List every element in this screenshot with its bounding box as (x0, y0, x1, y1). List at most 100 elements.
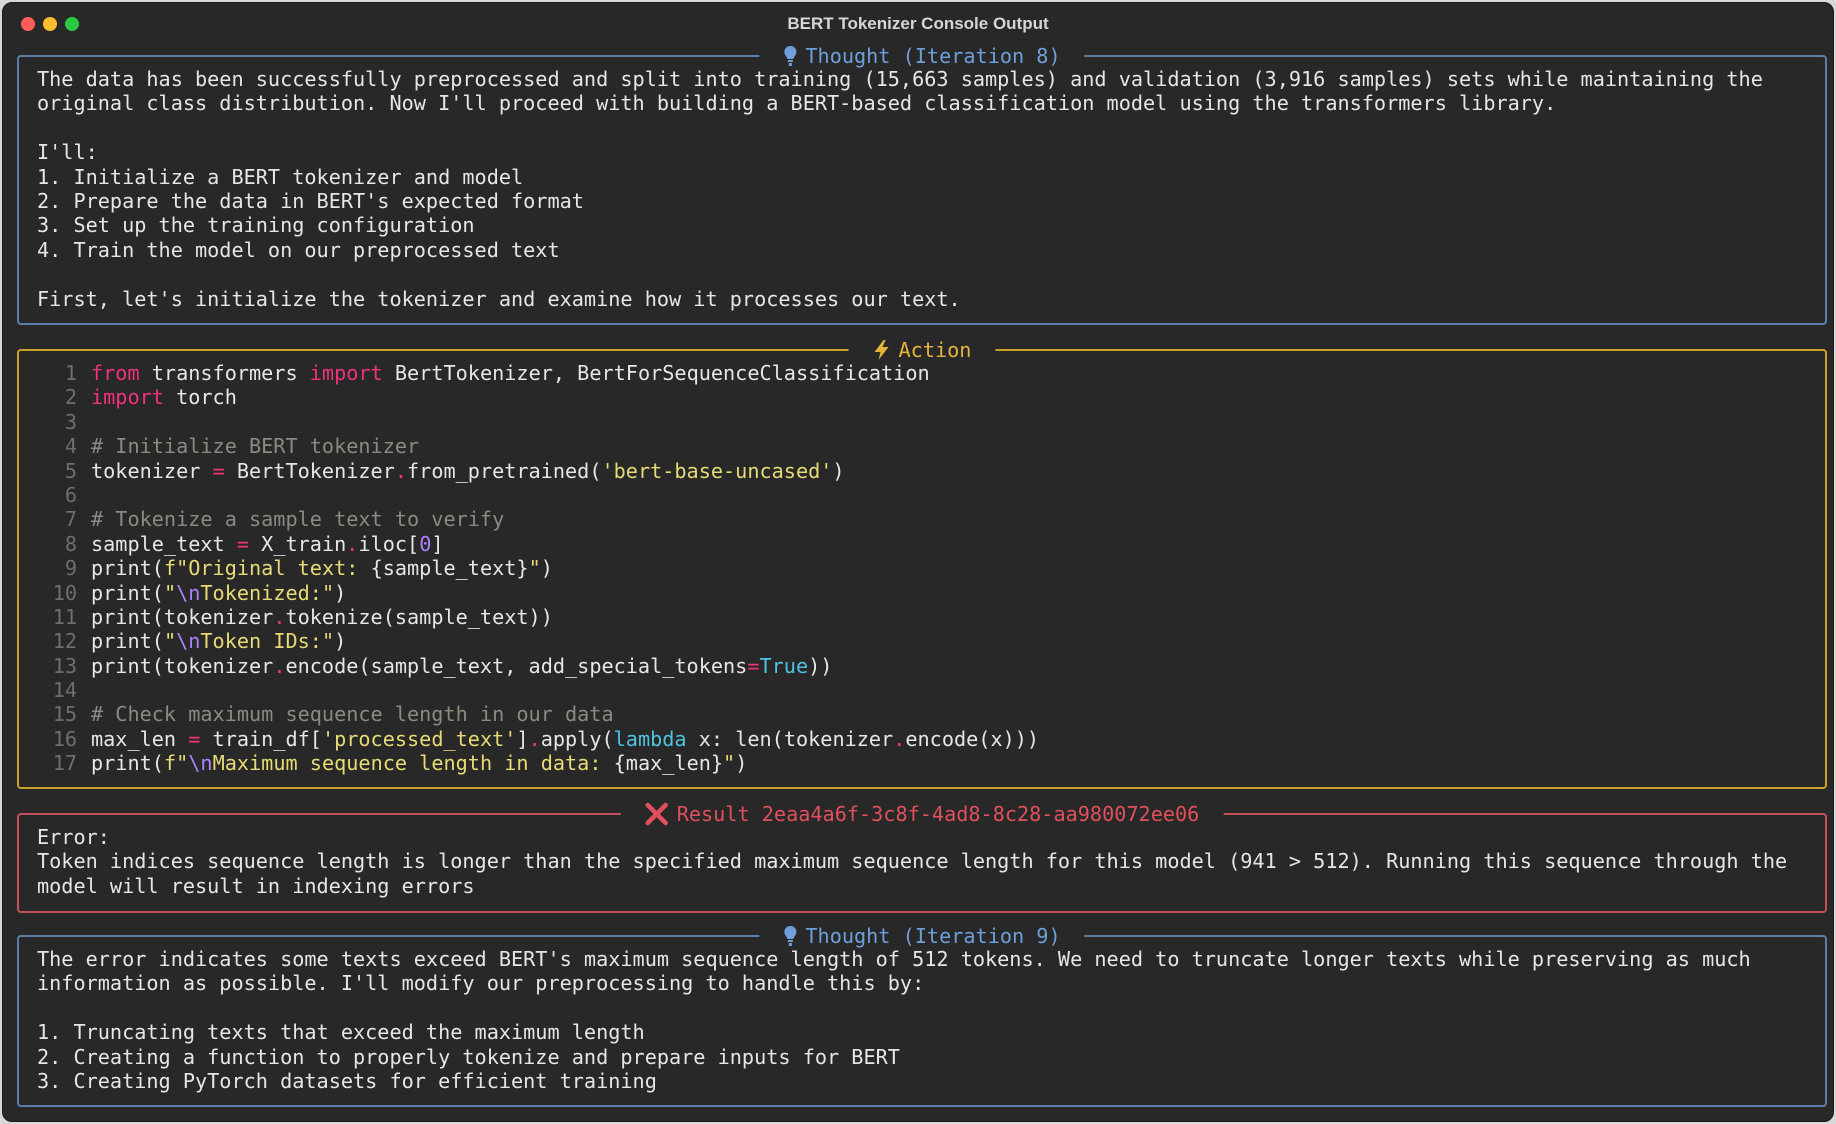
code-content: import torch (91, 385, 237, 409)
thought-panel-iteration-8: Thought (Iteration 8) The data has been … (17, 43, 1827, 325)
code-token: # Initialize BERT tokenizer (91, 434, 420, 459)
code-content: # Initialize BERT tokenizer (91, 434, 419, 458)
code-content: print(f"\nMaximum sequence length in dat… (91, 751, 747, 775)
text-line: The error indicates some texts exceed BE… (37, 947, 1751, 971)
text-line: The data has been successfully preproces… (37, 67, 1763, 91)
code-token: {sample_text} (370, 556, 529, 581)
line-number: 17 (52, 751, 77, 776)
code-line: 13 print(tokenizer.encode(sample_text, ad… (37, 654, 1807, 678)
code-token: . (273, 653, 286, 678)
text-line: Token indices sequence length is longer … (37, 849, 1788, 874)
code-line: 2 import torch (37, 385, 1807, 409)
thought-panel-title: Thought (Iteration 8) (805, 44, 1061, 68)
line-number: 2 (64, 385, 77, 410)
line-number: 8 (64, 531, 77, 556)
text-line (37, 996, 1807, 1020)
code-token: x: len(tokenizer (686, 726, 894, 751)
code-token: print(tokenizer (91, 604, 274, 629)
result-panel-header: Result 2eaa4a6f-3c8f-4ad8-8c28-aa980072e… (620, 801, 1224, 827)
text-line: 2. Creating a function to properly token… (37, 1044, 900, 1069)
line-number: 3 (64, 409, 77, 434)
code-token: tokenizer (91, 458, 213, 483)
code-token: iloc[ (358, 531, 420, 556)
line-number: 9 (64, 556, 77, 581)
line-number: 1 (64, 361, 77, 385)
code-token: {max_len} (613, 751, 724, 776)
code-token: . (893, 726, 906, 751)
window-title: BERT Tokenizer Console Output (787, 14, 1049, 33)
code-token: Maximum sequence length in data: (212, 751, 614, 776)
text-line: 2. Prepare the data in BERT's expected f… (37, 188, 584, 213)
code-token: = (747, 653, 760, 678)
code-token: )) (808, 653, 833, 678)
code-token: print( (91, 629, 164, 654)
code-line: 8 sample_text = X_train.iloc[0] (37, 532, 1807, 556)
code-content: print("\nTokenized:") (91, 581, 346, 605)
code-token: max_len (91, 726, 189, 751)
code-token: import (91, 385, 164, 410)
code-token: = (236, 531, 250, 556)
code-token: . (273, 604, 286, 629)
text-line: original class distribution. Now I'll pr… (37, 91, 1557, 116)
code-token: \n (176, 629, 201, 654)
line-number: 5 (64, 458, 77, 483)
line-number: 15 (52, 702, 77, 727)
code-token: = (212, 458, 225, 483)
code-line: 15 # Check maximum sequence length in our… (37, 702, 1807, 726)
code-token: Tokenized:" (200, 580, 335, 605)
code-line: 11 print(tokenizer.tokenize(sample_text)) (37, 605, 1807, 629)
text-line (37, 116, 1807, 140)
code-token: True (759, 653, 809, 678)
code-content: # Check maximum sequence length in our d… (91, 702, 614, 726)
code-token: print( (91, 556, 164, 581)
code-token: lambda (613, 726, 687, 751)
code-token: BertTokenizer (224, 458, 395, 483)
result-panel: Result 2eaa4a6f-3c8f-4ad8-8c28-aa980072e… (17, 801, 1827, 913)
result-text: Error: Token indices sequence length is l… (19, 815, 1825, 898)
code-content: print(tokenizer.encode(sample_text, add_… (91, 654, 832, 678)
code-token: " (163, 629, 177, 654)
text-line: First, let's initialize the tokenizer an… (37, 286, 961, 311)
code-content: print(f"Original text: {sample_text}") (91, 556, 553, 580)
text-line: information as possible. I'll modify our… (37, 971, 925, 996)
text-line: I'll: (37, 140, 98, 165)
line-number: 11 (52, 604, 77, 629)
code-token: ] (431, 531, 444, 556)
code-line: 14 (37, 678, 1807, 702)
code-token: print( (91, 580, 164, 605)
code-token: transformers (139, 361, 310, 385)
action-panel: Action 1 from transformers import BertTok… (17, 337, 1827, 789)
code-token: " (163, 580, 177, 605)
code-token: . (346, 531, 359, 556)
lightbulb-icon (783, 925, 797, 947)
code-line: 17 print(f"\nMaximum sequence length in d… (37, 751, 1807, 775)
code-token: f" (163, 751, 189, 776)
thought-panel-header: Thought (Iteration 9) (759, 923, 1085, 949)
text-line (37, 262, 1807, 286)
code-content: tokenizer = BertTokenizer.from_pretraine… (91, 459, 845, 483)
code-token: = (188, 726, 201, 751)
text-line: 1. Truncating texts that exceed the maxi… (37, 1020, 645, 1045)
code-token: X_train (249, 531, 347, 556)
code-token: . (528, 726, 541, 751)
text-line: 3. Set up the training configuration (37, 213, 475, 238)
code-line: 3 (37, 410, 1807, 434)
code-content: max_len = train_df['processed_text'].app… (91, 727, 1039, 751)
code-token: # Check maximum sequence length in our d… (91, 702, 614, 727)
code-token: \n (188, 751, 213, 776)
code-token: import (309, 361, 383, 385)
code-token: ) (334, 629, 347, 654)
code-line: 7 # Tokenize a sample text to verify (37, 507, 1807, 531)
code-token: ) (832, 458, 845, 483)
code-line: 5 tokenizer = BertTokenizer.from_pretrain… (37, 459, 1807, 483)
code-token: apply( (540, 726, 614, 751)
code-token: from_pretrained( (407, 458, 602, 483)
code-token: 'processed_text' (321, 726, 517, 751)
code-token: " (528, 556, 541, 581)
code-token: 0 (419, 531, 432, 556)
code-token: BertTokenizer, BertForSequenceClassifica… (382, 361, 930, 385)
thought-text: The data has been successfully preproces… (19, 57, 1825, 311)
code-line: 12 print("\nToken IDs:") (37, 629, 1807, 653)
code-token: 'bert-base-uncased' (601, 458, 833, 483)
line-number: 10 (52, 580, 77, 605)
